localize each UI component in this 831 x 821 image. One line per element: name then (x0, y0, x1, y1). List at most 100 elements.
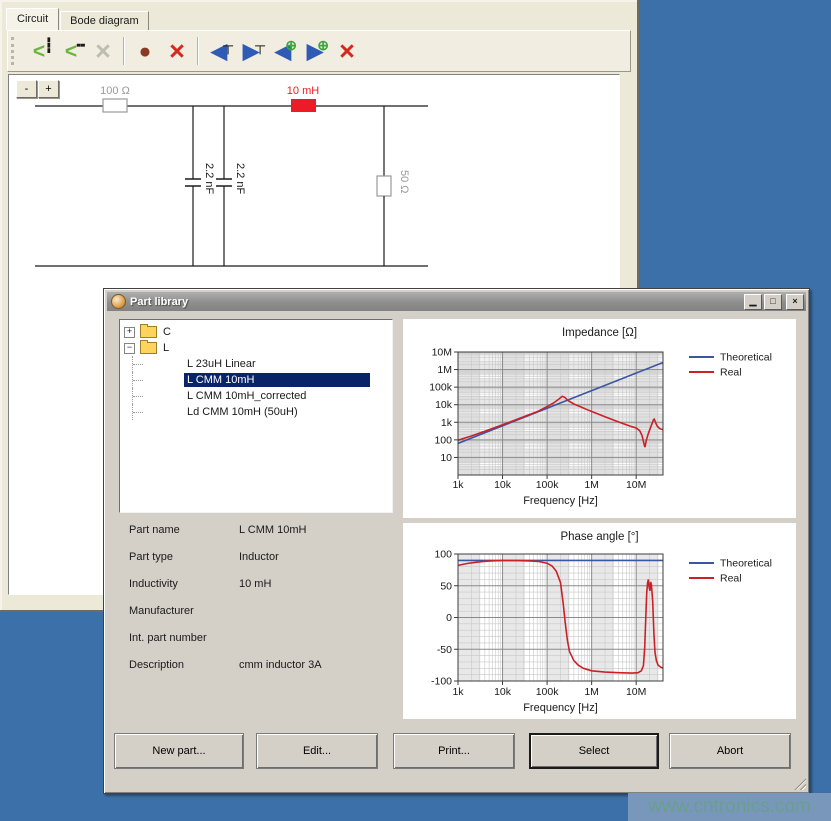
tree-expand-toggle[interactable]: + (124, 327, 135, 338)
toolbar-separator (123, 37, 125, 65)
tree-folder-c[interactable]: +C (120, 324, 392, 340)
x-tick-label: 1k (452, 479, 464, 491)
tree-folder-l[interactable]: −L (120, 340, 392, 356)
wire-move-left-icon[interactable]: <╍ (55, 35, 87, 67)
tree-folder-label: C (163, 326, 171, 338)
x-axis-label: Frequency [Hz] (523, 702, 598, 714)
x-tick-label: 100k (536, 686, 560, 698)
legend-label: Real (720, 573, 742, 585)
detail-row: Part typeInductor (129, 551, 399, 578)
detail-row: Part nameL CMM 10mH (129, 524, 399, 551)
add-probe-left-icon[interactable]: ◀⊕ (267, 35, 299, 67)
folder-icon (140, 342, 157, 354)
phase-chart-panel: 100500-50-1001k10k100k1M10MPhase angle [… (403, 523, 796, 719)
close-button[interactable]: × (786, 294, 804, 310)
detail-row: Descriptioncmm inductor 3A (129, 659, 399, 686)
add-probe-left-icon-overlay: ⊕ (285, 38, 297, 52)
tree-item-label: L CMM 10mH (184, 373, 370, 387)
tab-bode-diagram[interactable]: Bode diagram (60, 11, 149, 30)
toolbar-grip[interactable] (11, 37, 17, 65)
legend-label: Theoretical (720, 352, 772, 364)
bead-part-icon: ● (139, 41, 152, 62)
detail-row: Manufacturer (129, 605, 399, 632)
tree-item[interactable]: L CMM 10mH_corrected (120, 388, 392, 404)
delete-probe-icon: × (339, 38, 355, 65)
bead-part-icon[interactable]: ● (129, 35, 161, 67)
probe-left-icon-overlay: ┬ (223, 38, 233, 52)
delete-wire-disabled-icon: × (87, 35, 119, 67)
y-tick-label: -50 (437, 644, 452, 656)
detail-row: Inductivity10 mH (129, 578, 399, 605)
delete-probe-icon[interactable]: × (331, 35, 363, 67)
tree-folder-label: L (163, 342, 169, 354)
dialog-title: Part library (130, 296, 742, 308)
wire-insert-left-icon[interactable]: <┇ (23, 35, 55, 67)
detail-value: Inductor (239, 551, 399, 578)
detail-label: Description (129, 659, 239, 686)
part-library-dialog: Part library ▁□× +C−LL 23uH LinearL CMM … (103, 288, 810, 794)
detail-label: Part name (129, 524, 239, 551)
x-tick-label: 10M (626, 479, 646, 491)
detail-label: Part type (129, 551, 239, 578)
probe-left-icon[interactable]: ◀┬ (203, 35, 235, 67)
x-tick-label: 1k (452, 686, 464, 698)
y-tick-label: 10k (435, 399, 453, 411)
add-probe-right-icon-overlay: ⊕ (317, 38, 329, 52)
tree-item[interactable]: L 23uH Linear (120, 356, 392, 372)
load-resistor[interactable] (377, 176, 391, 196)
resize-grip[interactable] (793, 777, 806, 790)
folder-icon (140, 326, 157, 338)
chart-title: Phase angle [°] (560, 531, 638, 543)
toolbar: <┇<╍×●×◀┬▶┬◀⊕▶⊕× (7, 30, 631, 72)
add-probe-right-icon[interactable]: ▶⊕ (299, 35, 331, 67)
phase-chart: 100500-50-1001k10k100k1M10MPhase angle [… (403, 523, 796, 719)
series-resistor-label: 100 Ω (100, 85, 130, 97)
x-tick-label: 10k (494, 686, 512, 698)
detail-label: Int. part number (129, 632, 239, 659)
tree-item[interactable]: L CMM 10mH (120, 372, 392, 388)
tab-bar: Circuit Bode diagram (6, 5, 150, 30)
series-resistor[interactable] (103, 99, 127, 112)
y-tick-label: 50 (440, 580, 452, 592)
dialog-titlebar[interactable]: Part library ▁□× (107, 292, 806, 311)
wire-move-left-icon: < (65, 41, 77, 62)
y-tick-label: 0 (446, 612, 452, 624)
select-button[interactable]: Select (529, 733, 659, 769)
detail-label: Manufacturer (129, 605, 239, 632)
detail-value: 10 mH (239, 578, 399, 605)
cap2-label: 2.2 nF (234, 163, 246, 194)
detail-value (239, 605, 399, 632)
watermark: www.cntronics.com (628, 793, 831, 821)
tree-item[interactable]: Ld CMM 10mH (50uH) (120, 404, 392, 420)
delete-part-icon[interactable]: × (161, 35, 193, 67)
tree-expand-toggle[interactable]: − (124, 343, 135, 354)
y-tick-label: 100 (434, 549, 452, 561)
wire-insert-left-icon: < (33, 41, 45, 62)
delete-part-icon: × (169, 38, 185, 65)
cap1-label: 2.2 nF (203, 163, 215, 194)
new-part-button[interactable]: New part... (114, 733, 244, 769)
maximize-button[interactable]: □ (764, 294, 782, 310)
x-axis-label: Frequency [Hz] (523, 495, 598, 507)
print-button[interactable]: Print... (393, 733, 515, 769)
minimize-button[interactable]: ▁ (744, 294, 762, 310)
probe-right-icon[interactable]: ▶┬ (235, 35, 267, 67)
inductor-label: 10 mH (287, 85, 319, 97)
y-tick-label: 100 (434, 434, 452, 446)
part-details: Part nameL CMM 10mHPart typeInductorIndu… (129, 524, 399, 686)
detail-row: Int. part number (129, 632, 399, 659)
tree-item-label: Ld CMM 10mH (50uH) (184, 405, 301, 419)
inductor-selected[interactable] (291, 99, 316, 112)
abort-button[interactable]: Abort (669, 733, 791, 769)
wire-insert-left-icon-overlay: ┇ (45, 38, 53, 52)
edit-button[interactable]: Edit... (256, 733, 378, 769)
y-tick-label: 10 (440, 452, 452, 464)
part-library-icon (111, 294, 126, 309)
tree-item-label: L CMM 10mH_corrected (184, 389, 309, 403)
x-tick-label: 100k (536, 479, 560, 491)
probe-right-icon-overlay: ┬ (255, 38, 265, 52)
y-tick-label: 100k (429, 382, 453, 394)
tab-circuit[interactable]: Circuit (6, 8, 59, 30)
detail-value: cmm inductor 3A (239, 659, 399, 686)
impedance-chart: 10M1M100k10k1k100101k10k100k1M10MImpedan… (403, 319, 796, 518)
